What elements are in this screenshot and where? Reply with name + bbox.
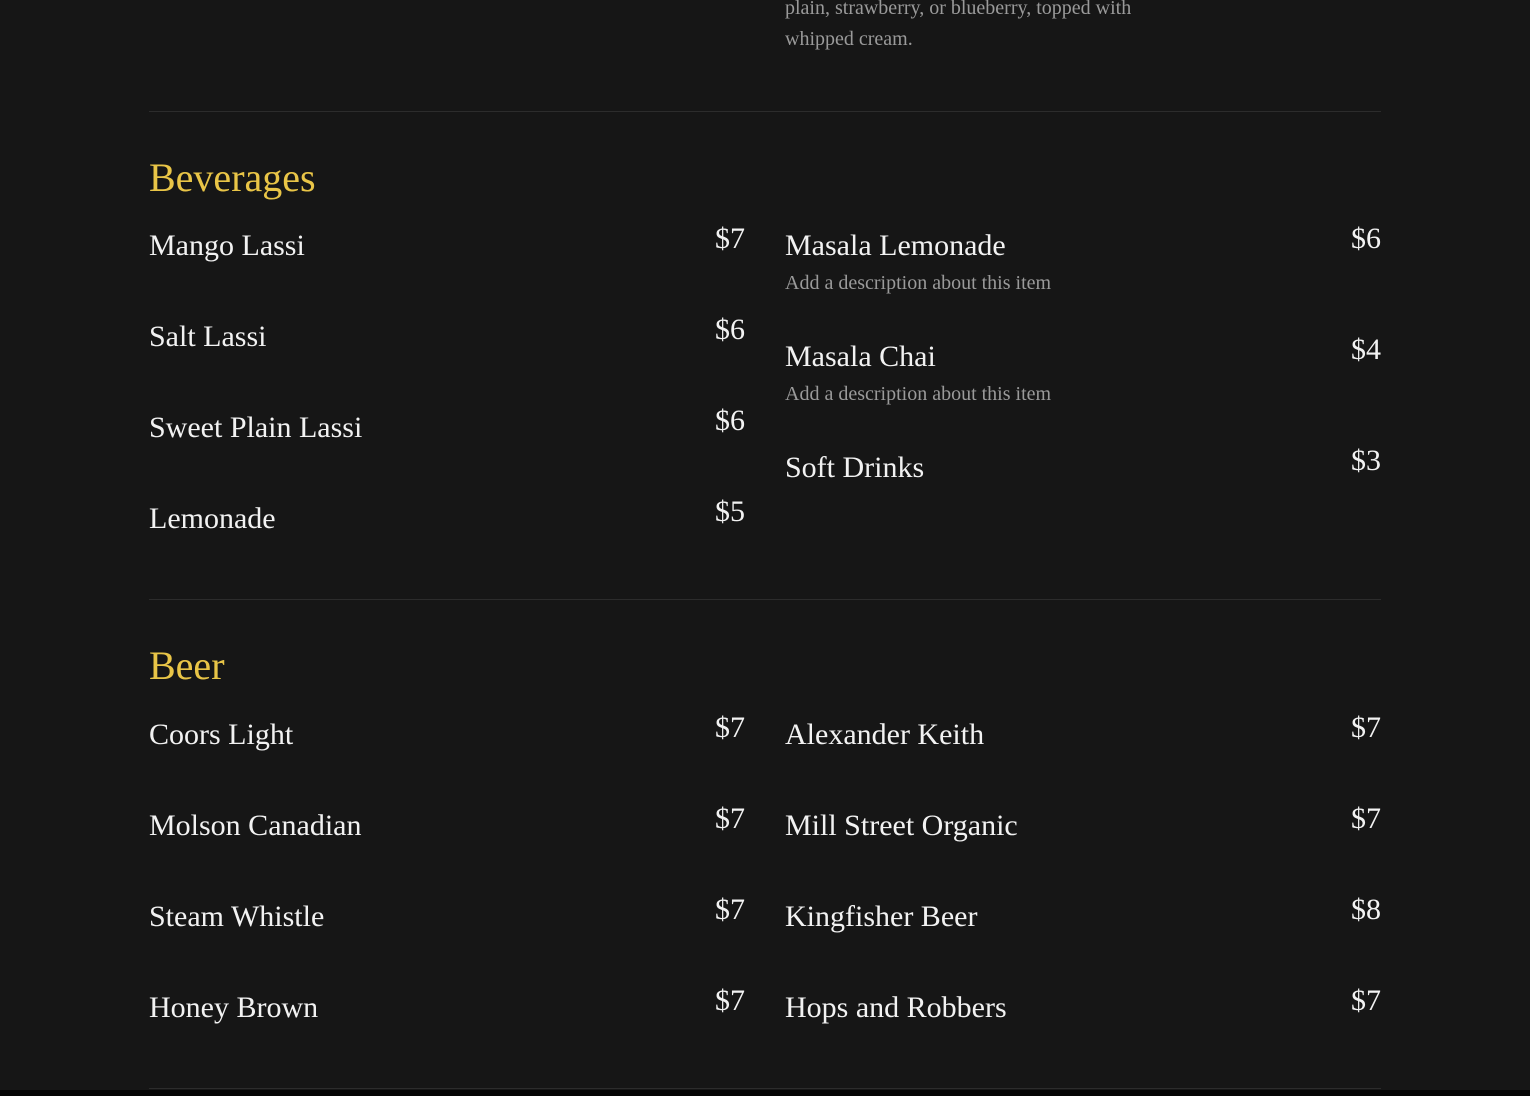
item-price: $7 [1351,802,1381,835]
section-divider [149,111,1381,112]
item-name: Soft Drinks [785,451,925,484]
page-bottom-edge [0,1090,1530,1096]
menu-item: Lemonade $5 [149,495,745,548]
item-name: Masala Lemonade [785,229,1006,262]
item-price: $7 [1351,711,1381,744]
menu-item: Alexander Keith $7 [785,711,1381,764]
item-price: $7 [715,802,745,835]
item-name: Hops and Robbers [785,991,1007,1024]
menu-item: Steam Whistle $7 [149,893,745,946]
item-name: Salt Lassi [149,320,267,353]
menu-column-right: Alexander Keith $7 Mill Street Organic $… [785,711,1381,1078]
menu-item: Salt Lassi $6 [149,313,745,366]
item-price: $7 [715,222,745,255]
menu-item: Masala Lemonade $6 Add a description abo… [785,222,1381,296]
item-name: Mango Lassi [149,229,305,262]
item-price: $8 [1351,893,1381,926]
item-name: Coors Light [149,718,294,751]
menu-item: Kingfisher Beer $8 [785,893,1381,946]
item-price: $7 [715,893,745,926]
section-divider [149,1088,1381,1089]
item-name: Steam Whistle [149,900,325,933]
item-description: Add a description about this item [785,272,1052,294]
menu-column-left: Coors Light $7 Molson Canadian $7 Steam … [149,711,745,1078]
item-name: Kingfisher Beer [785,900,978,933]
menu-item: Soft Drinks $3 [785,444,1381,497]
item-name: Sweet Plain Lassi [149,411,363,444]
item-price: $6 [715,404,745,437]
item-price: $6 [1351,222,1381,255]
section-title-beer: Beer [149,643,225,688]
menu-item: Masala Chai $4 Add a description about t… [785,333,1381,407]
item-name: Alexander Keith [785,718,985,751]
item-price: $4 [1351,333,1381,366]
item-name: Molson Canadian [149,809,362,842]
menu-item: Mill Street Organic $7 [785,802,1381,855]
item-description: plain, strawberry, or blueberry, topped … [785,0,1132,50]
item-price: $3 [1351,444,1381,477]
item-price: $7 [715,984,745,1017]
item-price: $7 [715,711,745,744]
menu-item: Molson Canadian $7 [149,802,745,855]
section-divider [149,599,1381,600]
item-price: $6 [715,313,745,346]
item-price: $7 [1351,984,1381,1017]
item-name: Honey Brown [149,991,319,1024]
item-name: Mill Street Organic [785,809,1018,842]
menu-item: Mango Lassi $7 [149,222,745,275]
item-name: Masala Chai [785,340,936,373]
menu-column-left: Mango Lassi $7 Salt Lassi $6 Sweet Plain… [149,222,745,589]
item-name: Lemonade [149,502,276,535]
menu-column-right: Masala Lemonade $6 Add a description abo… [785,222,1381,538]
menu-item: Coors Light $7 [149,711,745,764]
menu-item: Sweet Plain Lassi $6 [149,404,745,457]
menu-item: Hops and Robbers $7 [785,984,1381,1037]
item-description: Add a description about this item [785,383,1052,405]
menu-item: Honey Brown $7 [149,984,745,1037]
item-price: $5 [715,495,745,528]
section-title-beverages: Beverages [149,155,316,200]
